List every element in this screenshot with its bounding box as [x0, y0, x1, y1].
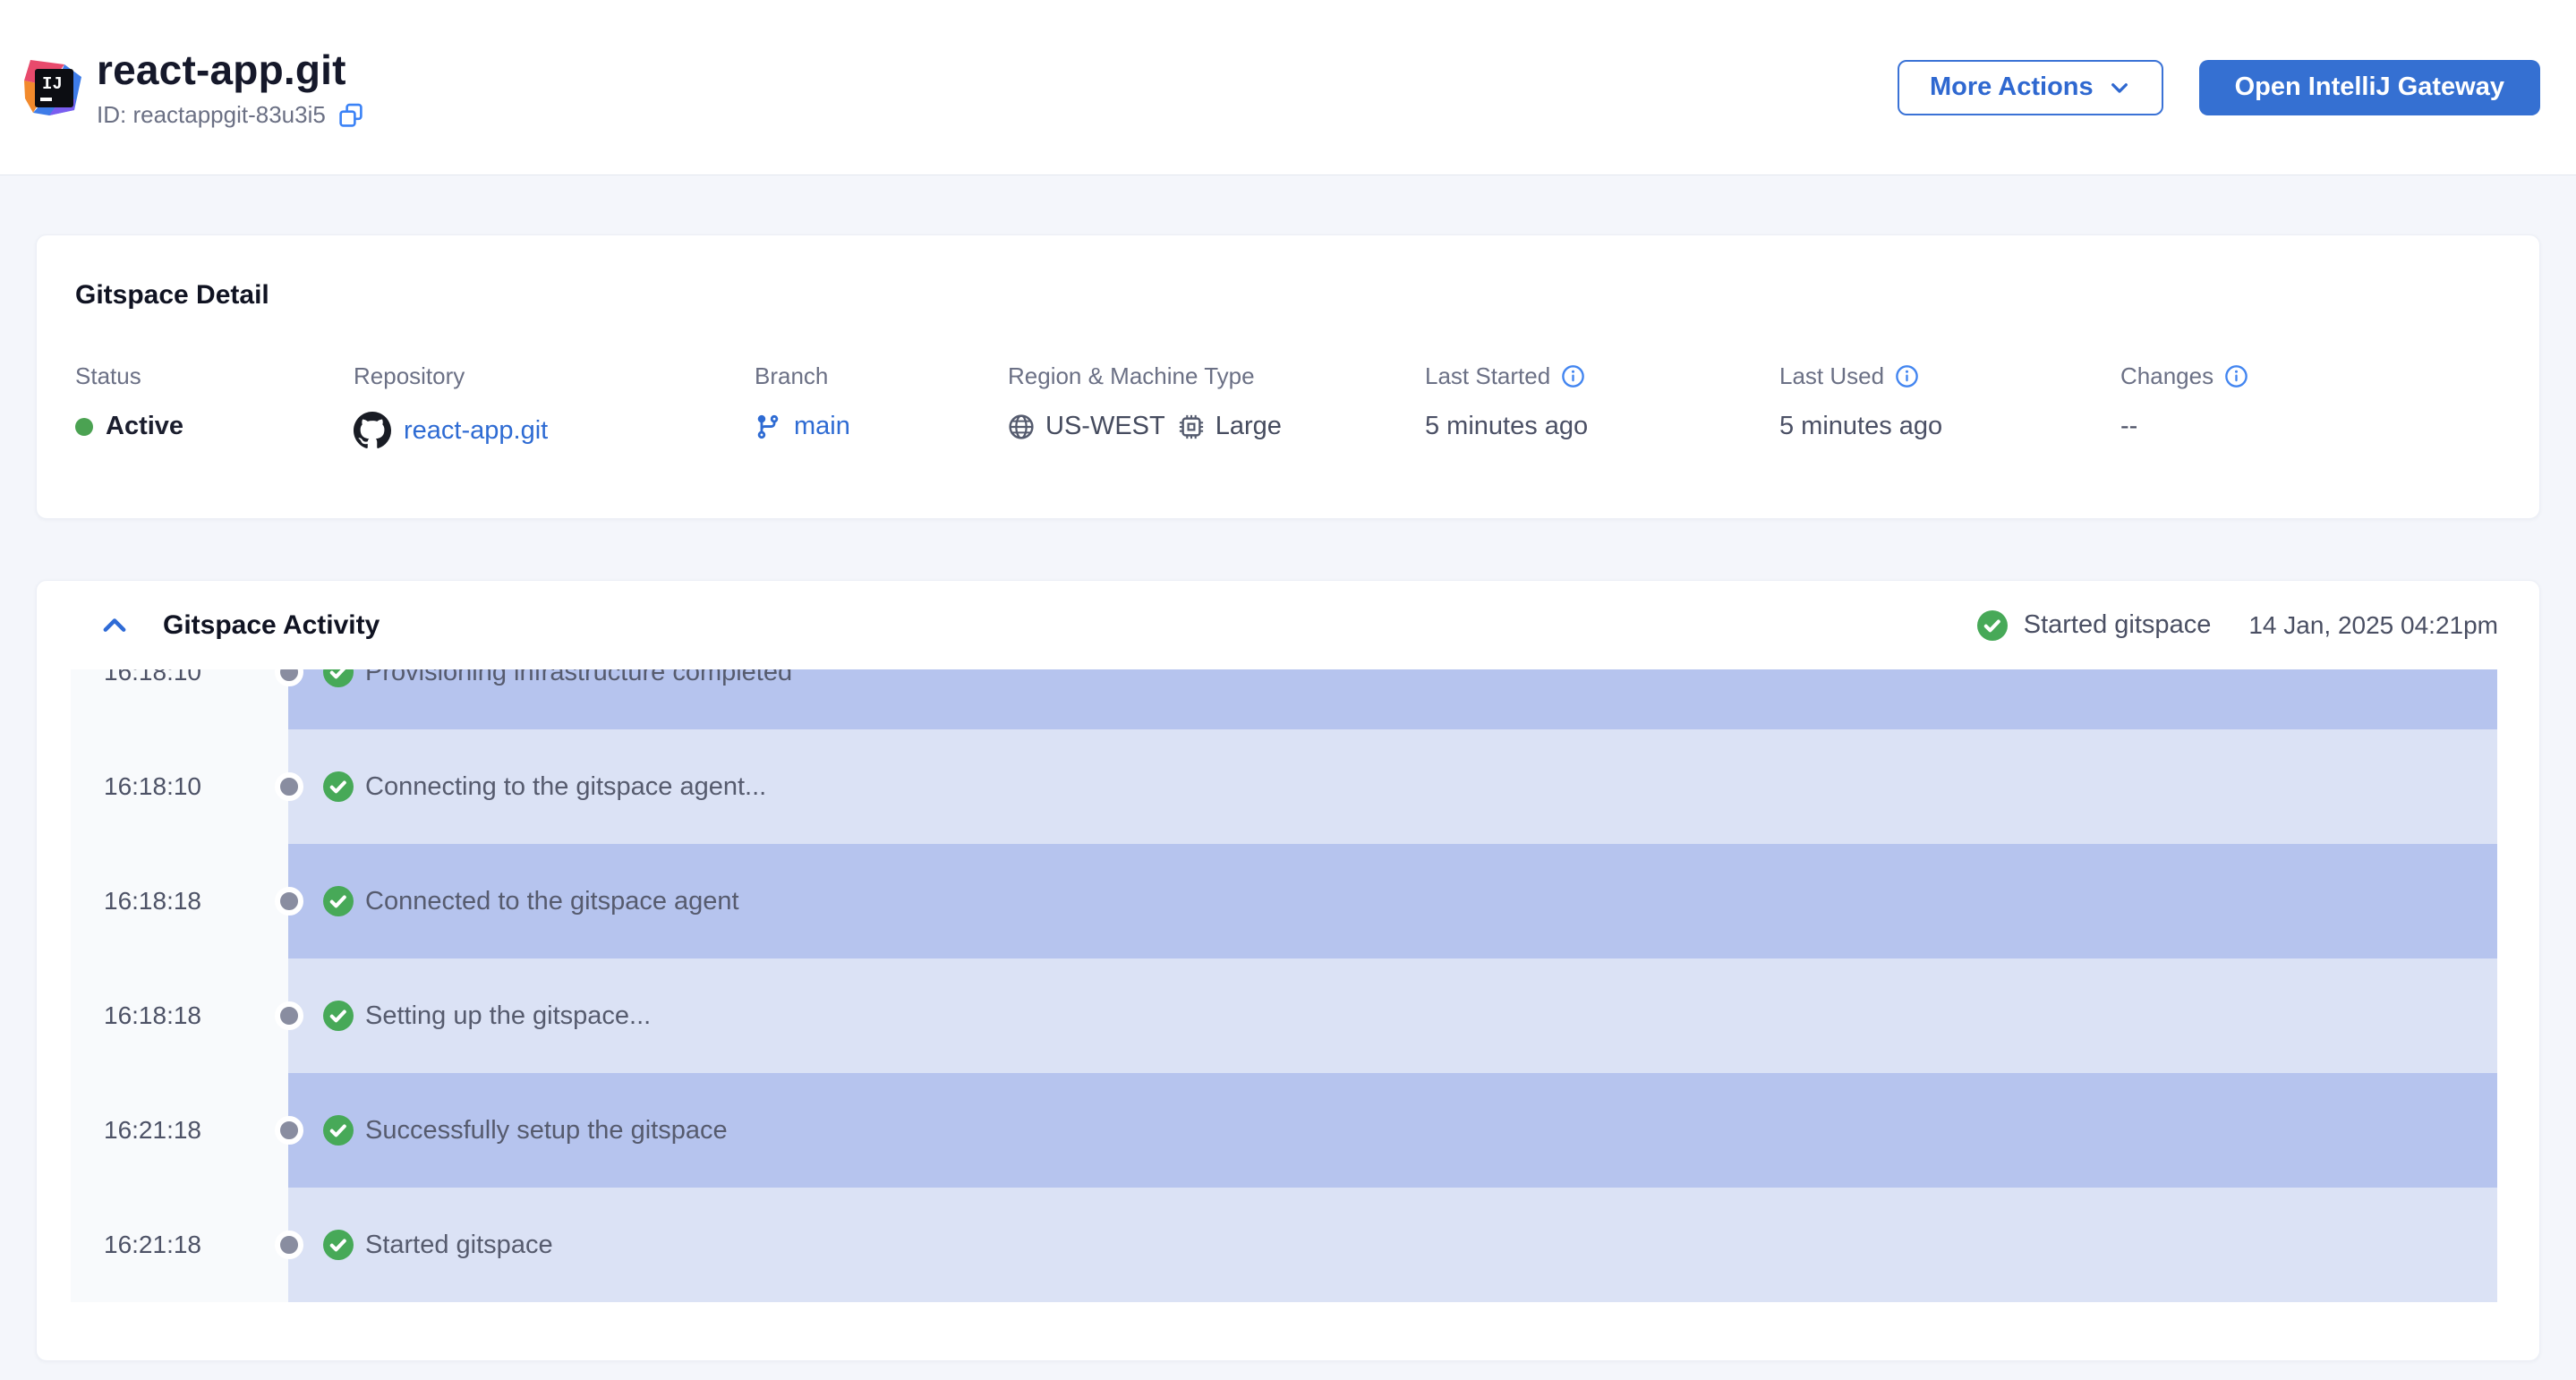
github-icon — [354, 412, 391, 449]
activity-log-scroll-area[interactable]: 16:18:10 Provisioning infrastructure com… — [37, 669, 2539, 1304]
activity-status-date: 14 Jan, 2025 04:21pm — [2248, 611, 2498, 640]
timeline-dot — [275, 1231, 303, 1259]
log-time: 16:18:18 — [71, 958, 288, 1073]
activity-heading: Gitspace Activity — [163, 610, 380, 641]
log-row: 16:18:18 Setting up the gitspace... — [37, 958, 2497, 1073]
more-actions-button[interactable]: More Actions — [1898, 60, 2163, 115]
check-circle-icon — [323, 1230, 354, 1260]
machine-type-value: Large — [1215, 412, 1282, 441]
log-message: Connecting to the gitspace agent... — [365, 772, 766, 802]
open-intellij-gateway-button[interactable]: Open IntelliJ Gateway — [2199, 60, 2540, 115]
field-status: Status Active — [75, 362, 183, 441]
top-header: IJ react-app.git ID: reactappgit-83u3i5 … — [0, 0, 2576, 175]
timeline-dot — [275, 772, 303, 801]
last-started-label: Last Started — [1425, 362, 1550, 390]
field-last-started: Last Started 5 minutes ago — [1425, 362, 1588, 441]
log-message: Successfully setup the gitspace — [365, 1116, 728, 1146]
gitspace-detail-card: Gitspace Detail Status Active Repository… — [36, 234, 2540, 519]
more-actions-label: More Actions — [1930, 72, 2094, 102]
gitspace-id: ID: reactappgit-83u3i5 — [97, 101, 326, 129]
repository-link[interactable]: react-app.git — [404, 416, 548, 446]
git-branch-icon — [755, 413, 781, 440]
page-body: Gitspace Detail Status Active Repository… — [0, 234, 2576, 1361]
check-circle-icon — [323, 771, 354, 802]
status-value: Active — [106, 412, 183, 441]
log-row: 16:18:18 Connected to the gitspace agent — [37, 844, 2497, 958]
gitspace-activity-card: Gitspace Activity Started gitspace 14 Ja… — [36, 580, 2540, 1361]
chevron-down-icon — [2108, 76, 2131, 99]
timeline-dot — [275, 1001, 303, 1030]
check-circle-icon — [1977, 610, 2008, 641]
log-message: Provisioning infrastructure completed — [365, 669, 792, 687]
last-started-value: 5 minutes ago — [1425, 412, 1588, 441]
info-icon[interactable] — [1895, 364, 1919, 388]
field-region-machine: Region & Machine Type US-WEST — [1008, 362, 1282, 441]
check-circle-icon — [323, 669, 354, 687]
activity-log-list: 16:18:10 Provisioning infrastructure com… — [37, 669, 2539, 1302]
log-time: 16:18:10 — [71, 729, 288, 844]
log-row: 16:21:18 Started gitspace — [37, 1188, 2497, 1302]
last-used-label: Last Used — [1779, 362, 1884, 390]
log-time: 16:21:18 — [71, 1188, 288, 1302]
changes-label: Changes — [2120, 362, 2213, 390]
info-icon[interactable] — [2224, 364, 2248, 388]
log-time: 16:21:18 — [71, 1073, 288, 1188]
log-message: Started gitspace — [365, 1231, 553, 1260]
timeline-dot — [275, 1116, 303, 1145]
copy-icon — [338, 103, 363, 128]
region-value: US-WEST — [1045, 412, 1165, 441]
field-last-used: Last Used 5 minutes ago — [1779, 362, 1942, 441]
detail-card-heading: Gitspace Detail — [75, 280, 269, 311]
log-time: 16:18:18 — [71, 844, 288, 958]
timeline-dot — [275, 887, 303, 916]
field-repository: Repository react-app.git — [354, 362, 548, 449]
collapse-activity-button[interactable] — [95, 606, 134, 645]
machine-type-icon — [1178, 413, 1205, 440]
chevron-up-icon — [99, 610, 130, 641]
log-time: 16:18:10 — [71, 669, 288, 729]
activity-status-text: Started gitspace — [2024, 610, 2212, 640]
info-icon[interactable] — [1561, 364, 1585, 388]
globe-icon — [1008, 413, 1035, 440]
activity-status: Started gitspace 14 Jan, 2025 04:21pm — [1977, 610, 2498, 641]
check-circle-icon — [323, 1115, 354, 1146]
changes-value: -- — [2120, 412, 2248, 441]
status-active-dot — [75, 418, 93, 436]
svg-text:IJ: IJ — [42, 74, 63, 94]
field-changes: Changes -- — [2120, 362, 2248, 441]
activity-header: Gitspace Activity Started gitspace 14 Ja… — [37, 581, 2539, 669]
intellij-logo-icon: IJ — [21, 56, 84, 119]
log-message: Setting up the gitspace... — [365, 1001, 651, 1031]
check-circle-icon — [323, 1001, 354, 1031]
log-row: 16:18:10 Connecting to the gitspace agen… — [37, 729, 2497, 844]
repository-label: Repository — [354, 362, 465, 390]
region-machine-label: Region & Machine Type — [1008, 362, 1255, 390]
check-circle-icon — [323, 886, 354, 916]
brand: IJ react-app.git ID: reactappgit-83u3i5 — [21, 46, 365, 129]
log-row: 16:21:18 Successfully setup the gitspace — [37, 1073, 2497, 1188]
branch-link[interactable]: main — [794, 412, 850, 441]
status-label: Status — [75, 362, 141, 390]
copy-id-button[interactable] — [338, 102, 365, 129]
branch-label: Branch — [755, 362, 828, 390]
log-message: Connected to the gitspace agent — [365, 887, 739, 916]
log-row: 16:18:10 Provisioning infrastructure com… — [37, 669, 2497, 729]
page-title: react-app.git — [97, 46, 365, 94]
field-branch: Branch main — [755, 362, 850, 441]
last-used-value: 5 minutes ago — [1779, 412, 1942, 441]
